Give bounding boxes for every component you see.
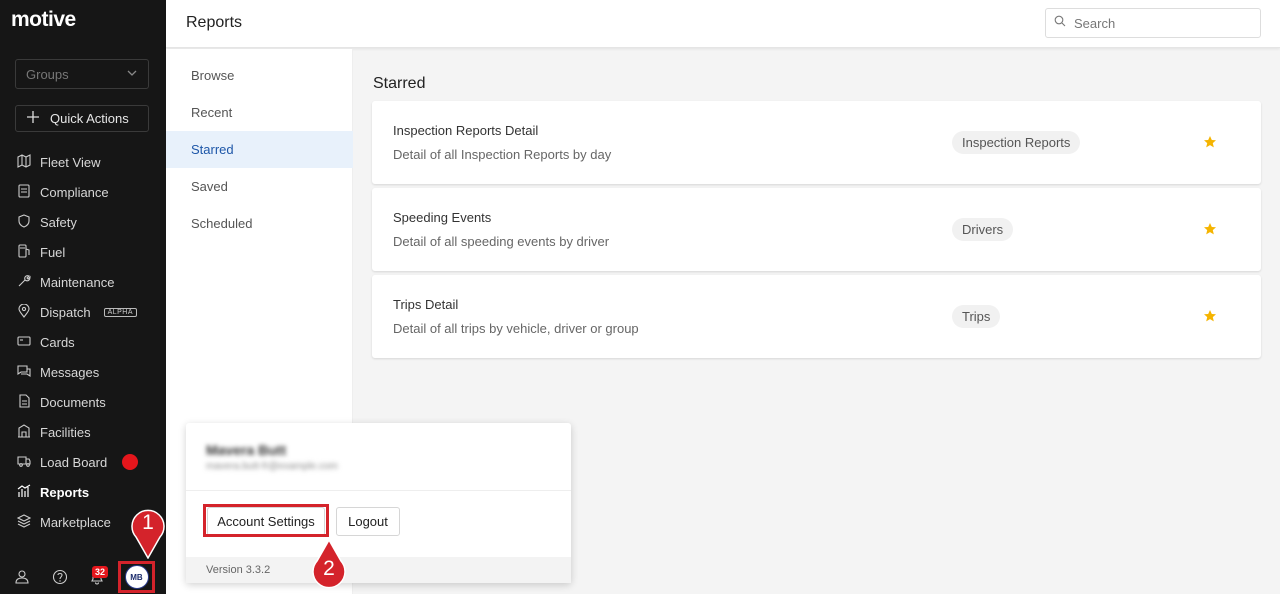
map-icon bbox=[17, 153, 31, 171]
sidebar-item-label: Facilities bbox=[40, 424, 91, 440]
sidebar-item-fleet-view[interactable]: Fleet View bbox=[0, 147, 166, 177]
quick-actions-button[interactable]: Quick Actions bbox=[15, 105, 149, 132]
location-icon bbox=[17, 303, 31, 321]
account-settings-highlight bbox=[203, 504, 329, 537]
subnav-scheduled[interactable]: Scheduled bbox=[166, 205, 353, 242]
divider bbox=[186, 490, 571, 491]
sidebar-item-label: Reports bbox=[40, 484, 90, 500]
sidebar-item-messages[interactable]: Messages bbox=[0, 357, 166, 387]
report-category-chip: Inspection Reports bbox=[952, 131, 1081, 154]
alpha-badge: ALPHA bbox=[103, 307, 138, 317]
avatar: MB bbox=[124, 565, 149, 589]
section-title: Starred bbox=[373, 75, 426, 92]
chart-icon bbox=[17, 483, 31, 501]
plus-icon bbox=[26, 110, 40, 127]
sidebar-item-documents[interactable]: Documents bbox=[0, 387, 166, 417]
fuel-icon bbox=[17, 243, 31, 261]
sidebar-item-safety[interactable]: Safety bbox=[0, 207, 166, 237]
report-title[interactable]: Speeding Events bbox=[393, 210, 491, 225]
card-icon bbox=[17, 334, 31, 351]
sidebar-item-label: Compliance bbox=[40, 184, 109, 200]
layers-icon bbox=[16, 513, 32, 531]
logout-button[interactable]: Logout bbox=[336, 507, 400, 536]
sidebar-item-facilities[interactable]: Facilities bbox=[0, 417, 166, 447]
sidebar-item-label: Marketplace bbox=[40, 514, 111, 530]
shield-icon bbox=[17, 213, 31, 231]
callout-number: 2 bbox=[323, 557, 335, 580]
sidebar-item-label: Fuel bbox=[40, 244, 66, 260]
groups-label: Groups bbox=[26, 66, 69, 82]
sidebar-item-fuel[interactable]: Fuel bbox=[0, 237, 166, 267]
avatar-button[interactable]: MB bbox=[118, 561, 155, 593]
sidebar-nav: Fleet View Compliance Safety Fuel Mainte… bbox=[0, 147, 166, 537]
top-header: Reports bbox=[166, 0, 1280, 48]
help-icon[interactable] bbox=[52, 569, 68, 585]
sidebar-item-label: Fleet View bbox=[40, 154, 101, 170]
account-popup: Mavera Butt mavera.butt-fr@example.com A… bbox=[186, 423, 571, 583]
star-icon[interactable] bbox=[1203, 135, 1217, 149]
version-footer: Version 3.3.2 bbox=[186, 557, 571, 583]
callout-marker-1: 1 bbox=[128, 505, 168, 560]
sidebar-item-label: Maintenance bbox=[40, 274, 115, 290]
report-category-chip: Trips bbox=[952, 305, 1001, 328]
report-title[interactable]: Inspection Reports Detail bbox=[393, 123, 538, 138]
sidebar-item-label: Documents bbox=[40, 394, 106, 410]
report-card[interactable]: Speeding Events Detail of all speeding e… bbox=[372, 188, 1261, 271]
list-icon bbox=[17, 183, 31, 201]
report-description: Detail of all Inspection Reports by day bbox=[393, 147, 612, 162]
sidebar-item-label: Load Board bbox=[40, 454, 108, 470]
report-description: Detail of all speeding events by driver bbox=[393, 234, 610, 249]
user-email: mavera.butt-fr@example.com bbox=[206, 461, 338, 472]
search-box[interactable] bbox=[1045, 8, 1261, 38]
report-category-chip: Drivers bbox=[952, 218, 1014, 241]
motive-logo[interactable]: motive bbox=[11, 8, 76, 32]
report-card[interactable]: Trips Detail Detail of all trips by vehi… bbox=[372, 275, 1261, 358]
building-icon bbox=[17, 423, 31, 441]
sidebar-item-maintenance[interactable]: Maintenance bbox=[0, 267, 166, 297]
user-name: Mavera Butt bbox=[206, 442, 287, 458]
sidebar-item-dispatch[interactable]: Dispatch ALPHA bbox=[0, 297, 166, 327]
truck-icon bbox=[17, 454, 31, 471]
subnav-recent[interactable]: Recent bbox=[166, 94, 353, 131]
search-input[interactable] bbox=[1074, 15, 1244, 31]
report-description: Detail of all trips by vehicle, driver o… bbox=[393, 321, 639, 336]
report-title[interactable]: Trips Detail bbox=[393, 297, 458, 312]
sidebar-item-label: Cards bbox=[40, 334, 75, 350]
sidebar-item-label: Messages bbox=[40, 364, 100, 380]
search-icon bbox=[1054, 14, 1066, 32]
sidebar-item-compliance[interactable]: Compliance bbox=[0, 177, 166, 207]
quick-actions-label: Quick Actions bbox=[50, 111, 129, 126]
chevron-down-icon bbox=[126, 67, 138, 82]
wrench-icon bbox=[17, 274, 31, 291]
subnav-starred[interactable]: Starred bbox=[166, 131, 353, 168]
sidebar-item-reports[interactable]: Reports bbox=[0, 477, 166, 507]
groups-dropdown[interactable]: Groups bbox=[15, 59, 149, 89]
page-title: Reports bbox=[186, 14, 243, 31]
chat-icon bbox=[17, 364, 31, 381]
star-icon[interactable] bbox=[1203, 309, 1217, 323]
report-card[interactable]: Inspection Reports Detail Detail of all … bbox=[372, 101, 1261, 184]
subnav-saved[interactable]: Saved bbox=[166, 168, 353, 205]
notification-dot bbox=[122, 454, 139, 470]
user-settings-icon[interactable] bbox=[15, 569, 31, 585]
sidebar-item-cards[interactable]: Cards bbox=[0, 327, 166, 357]
notification-count-badge: 32 bbox=[92, 566, 109, 578]
subnav-browse[interactable]: Browse bbox=[166, 57, 353, 94]
callout-number: 1 bbox=[142, 511, 154, 534]
sidebar-item-label: Safety bbox=[40, 214, 77, 230]
callout-marker-2: 2 bbox=[309, 538, 349, 593]
sidebar-item-load-board[interactable]: Load Board bbox=[0, 447, 166, 477]
document-icon bbox=[17, 393, 31, 411]
sidebar-item-label: Dispatch bbox=[40, 304, 91, 320]
star-icon[interactable] bbox=[1203, 222, 1217, 236]
